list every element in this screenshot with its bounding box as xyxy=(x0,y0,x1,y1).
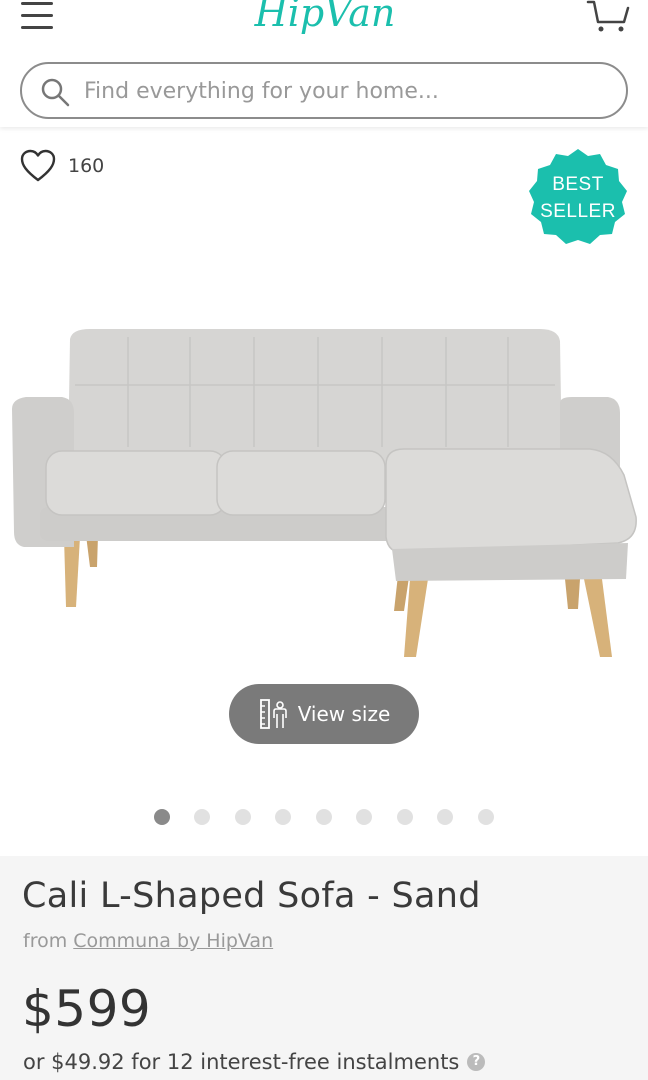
badge-line-1: BEST xyxy=(552,174,604,195)
carousel-dot-9[interactable] xyxy=(478,809,494,825)
heart-icon xyxy=(20,149,56,182)
carousel-dot-2[interactable] xyxy=(194,809,210,825)
carousel-dot-5[interactable] xyxy=(316,809,332,825)
svg-text:HipVan: HipVan xyxy=(254,0,396,35)
cart-icon[interactable] xyxy=(586,0,630,34)
search-icon xyxy=(41,78,70,107)
instalment-info: or $49.92 for 12 interest-free instalmen… xyxy=(23,1050,486,1074)
brand-link[interactable]: Communa by HipVan xyxy=(73,930,273,952)
carousel-dot-8[interactable] xyxy=(437,809,453,825)
view-size-button[interactable]: View size xyxy=(229,684,419,744)
help-icon[interactable]: ? xyxy=(467,1053,486,1071)
top-header: HipVan xyxy=(0,0,648,127)
hipvan-logo[interactable]: HipVan xyxy=(250,0,400,48)
product-info: Cali L-Shaped Sofa - Sand from Communa b… xyxy=(0,856,648,1080)
carousel-dots xyxy=(0,807,648,827)
product-price: $599 xyxy=(22,980,152,1038)
carousel-dot-3[interactable] xyxy=(235,809,251,825)
wishlist-count: 160 xyxy=(68,155,105,177)
best-seller-badge: BEST SELLER xyxy=(528,147,628,247)
product-image-sofa[interactable] xyxy=(0,317,648,667)
carousel-dot-4[interactable] xyxy=(275,809,291,825)
product-gallery[interactable]: 160 BEST SELLER View size xyxy=(0,127,648,855)
carousel-dot-7[interactable] xyxy=(397,809,413,825)
carousel-dot-1[interactable] xyxy=(154,809,170,825)
product-title: Cali L-Shaped Sofa - Sand xyxy=(22,876,481,916)
instalment-text: or $49.92 for 12 interest-free instalmen… xyxy=(23,1050,460,1074)
brand-line: from Communa by HipVan xyxy=(23,930,273,952)
badge-line-2: SELLER xyxy=(540,201,616,222)
from-prefix: from xyxy=(23,930,68,952)
hamburger-menu-icon[interactable] xyxy=(21,2,53,32)
search-input[interactable] xyxy=(84,72,604,110)
search-bar[interactable] xyxy=(20,62,628,119)
wishlist-button[interactable]: 160 xyxy=(20,149,104,183)
ruler-person-icon xyxy=(259,699,287,729)
carousel-dot-6[interactable] xyxy=(356,809,372,825)
view-size-label: View size xyxy=(297,702,391,726)
